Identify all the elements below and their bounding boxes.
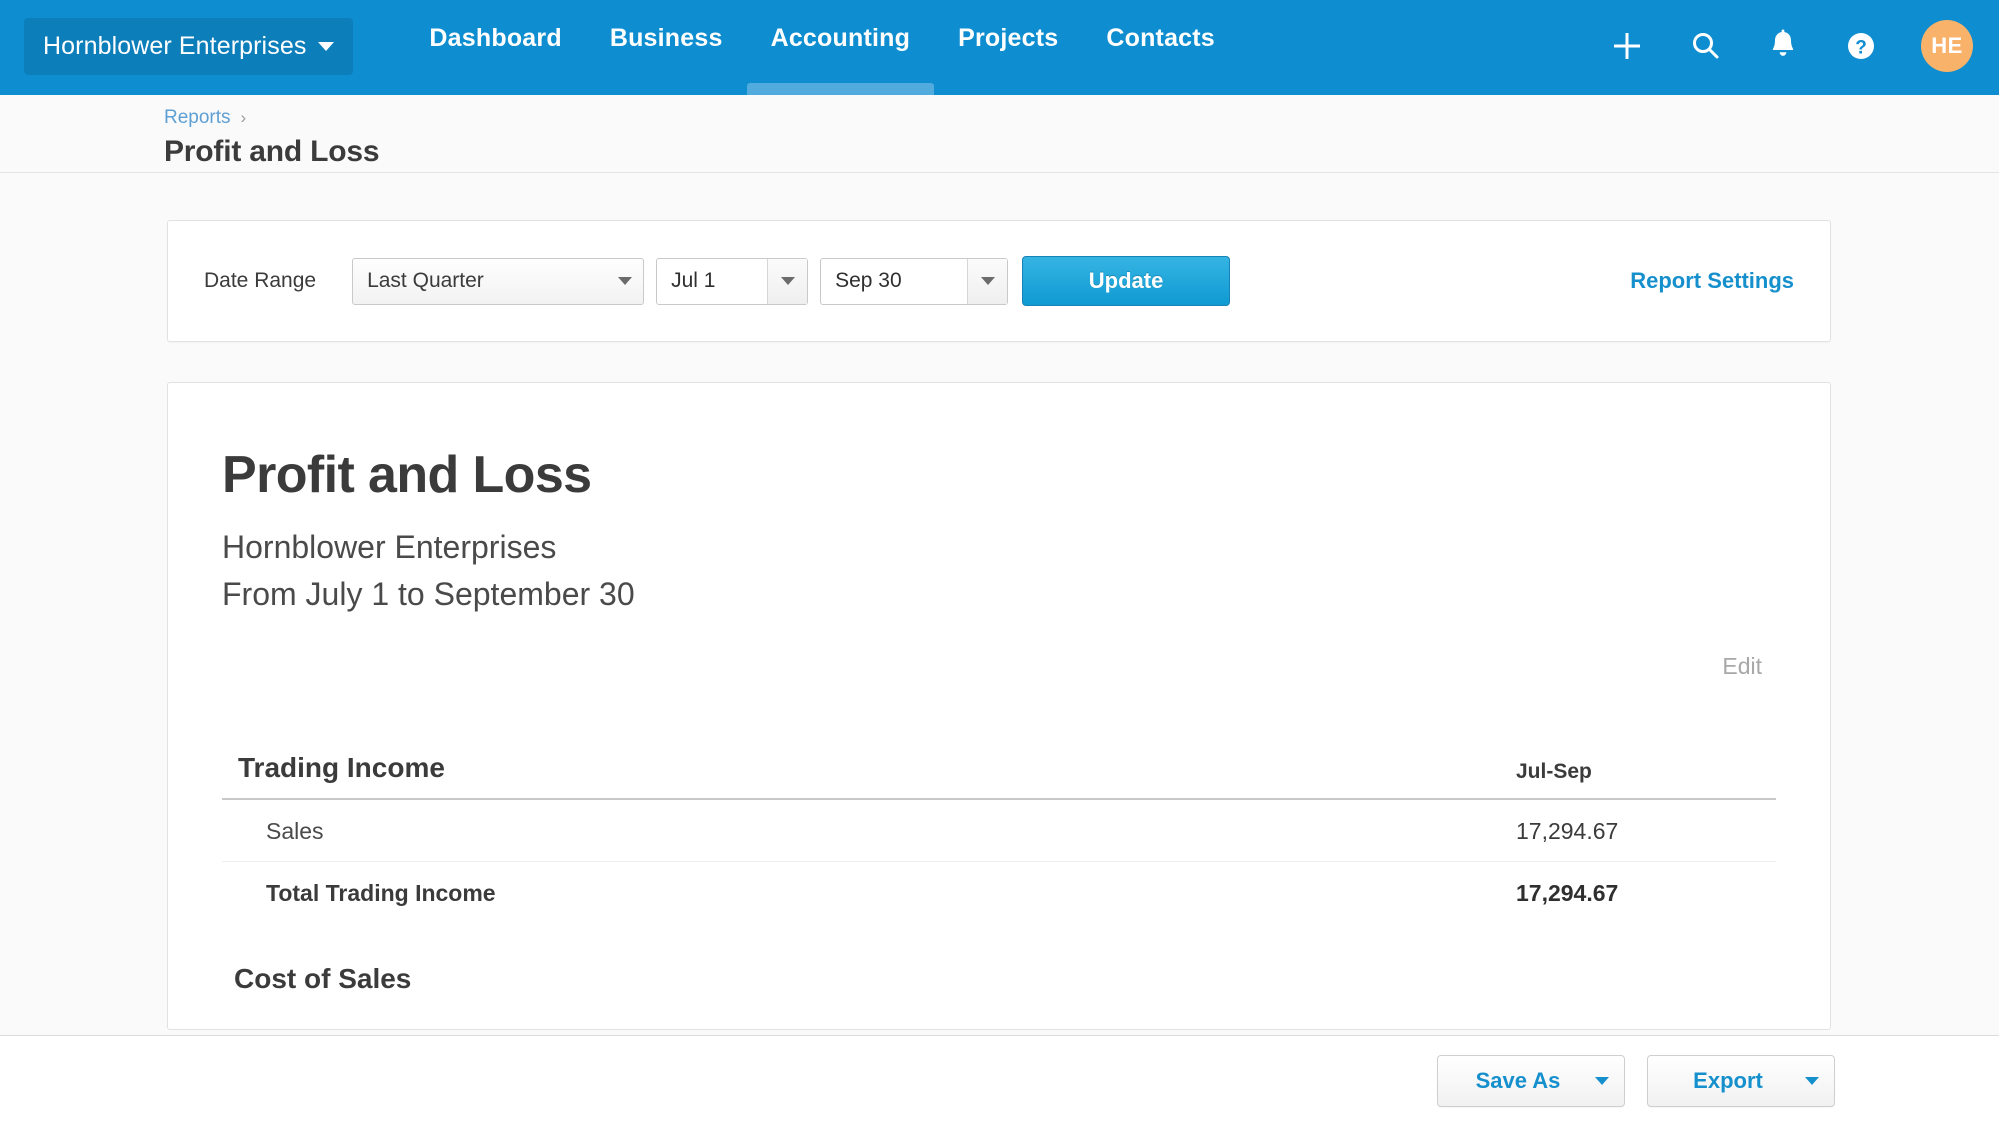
nav-tab-label: Business xyxy=(610,24,723,53)
edit-link[interactable]: Edit xyxy=(1722,653,1762,680)
avatar-initials: HE xyxy=(1931,33,1963,59)
section-title-trading-income: Trading Income xyxy=(222,752,1516,799)
report-card: Profit and Loss Hornblower Enterprises F… xyxy=(167,382,1831,1030)
report-table: Trading Income Jul-Sep Sales 17,294.67 T… xyxy=(222,752,1776,923)
date-range-select-value: Last Quarter xyxy=(353,269,607,293)
export-button-label: Export xyxy=(1648,1068,1790,1094)
row-label-sales: Sales xyxy=(222,799,1516,862)
nav-tab-label: Projects xyxy=(958,24,1058,53)
report-title: Profit and Loss xyxy=(222,445,1776,505)
caret-down-icon[interactable] xyxy=(967,259,1007,304)
report-settings-label: Report Settings xyxy=(1630,268,1794,293)
svg-text:?: ? xyxy=(1855,37,1867,58)
footer-action-bar: Save As Export xyxy=(0,1035,1999,1125)
bell-icon[interactable] xyxy=(1761,24,1805,68)
caret-down-icon[interactable] xyxy=(1790,1077,1834,1085)
breadcrumb-separator-icon: › xyxy=(241,108,247,128)
nav-tab-projects[interactable]: Projects xyxy=(934,0,1082,95)
nav-tab-label: Contacts xyxy=(1106,24,1215,53)
breadcrumb-link-reports[interactable]: Reports xyxy=(164,107,231,129)
section-title-cost-of-sales: Cost of Sales xyxy=(222,963,1776,995)
nav-tab-contacts[interactable]: Contacts xyxy=(1082,0,1239,95)
help-icon[interactable]: ? xyxy=(1839,24,1883,68)
top-navigation-bar: Hornblower Enterprises Dashboard Busines… xyxy=(0,0,1999,95)
avatar[interactable]: HE xyxy=(1921,20,1973,72)
update-button-label: Update xyxy=(1089,268,1164,294)
main-nav-tabs: Dashboard Business Accounting Projects C… xyxy=(405,0,1238,95)
report-period: From July 1 to September 30 xyxy=(222,576,1776,613)
caret-down-icon[interactable] xyxy=(767,259,807,304)
org-switcher-button[interactable]: Hornblower Enterprises xyxy=(24,18,353,75)
date-from-value: Jul 1 xyxy=(657,269,767,293)
search-icon[interactable] xyxy=(1683,24,1727,68)
date-range-label: Date Range xyxy=(204,269,316,293)
nav-tab-label: Dashboard xyxy=(429,24,561,53)
date-to-input[interactable]: Sep 30 xyxy=(820,258,1008,305)
table-row[interactable]: Sales 17,294.67 xyxy=(222,799,1776,862)
save-as-button-label: Save As xyxy=(1438,1068,1580,1094)
save-as-button[interactable]: Save As xyxy=(1437,1055,1625,1107)
nav-action-icons: ? HE xyxy=(1605,0,1999,95)
column-header-period: Jul-Sep xyxy=(1516,752,1776,799)
caret-down-icon[interactable] xyxy=(1580,1077,1624,1085)
row-label-total-trading-income: Total Trading Income xyxy=(222,862,1516,924)
export-button[interactable]: Export xyxy=(1647,1055,1835,1107)
plus-icon[interactable] xyxy=(1605,24,1649,68)
date-from-input[interactable]: Jul 1 xyxy=(656,258,808,305)
nav-tab-accounting[interactable]: Accounting xyxy=(747,0,935,95)
org-switcher-label: Hornblower Enterprises xyxy=(43,32,306,61)
chevron-down-icon xyxy=(318,42,334,51)
date-range-select[interactable]: Last Quarter xyxy=(352,258,644,305)
report-organisation: Hornblower Enterprises xyxy=(222,529,1776,566)
nav-tab-business[interactable]: Business xyxy=(586,0,747,95)
table-total-row: Total Trading Income 17,294.67 xyxy=(222,862,1776,924)
date-to-value: Sep 30 xyxy=(821,269,967,293)
caret-down-icon xyxy=(607,259,643,304)
breadcrumb: Reports › xyxy=(164,106,1999,130)
table-section-header: Trading Income Jul-Sep xyxy=(222,752,1776,799)
update-button[interactable]: Update xyxy=(1022,256,1230,306)
report-settings-link[interactable]: Report Settings xyxy=(1630,268,1794,294)
filter-bar-card: Date Range Last Quarter Jul 1 Sep 30 Upd… xyxy=(167,220,1831,342)
row-value-total-trading-income: 17,294.67 xyxy=(1516,862,1776,924)
nav-tab-label: Accounting xyxy=(771,24,911,53)
page-title: Profit and Loss xyxy=(164,135,1999,169)
report-edit-row: Edit xyxy=(222,653,1776,680)
row-value-sales: 17,294.67 xyxy=(1516,799,1776,862)
page-header: Reports › Profit and Loss xyxy=(0,95,1999,173)
nav-tab-dashboard[interactable]: Dashboard xyxy=(405,0,585,95)
